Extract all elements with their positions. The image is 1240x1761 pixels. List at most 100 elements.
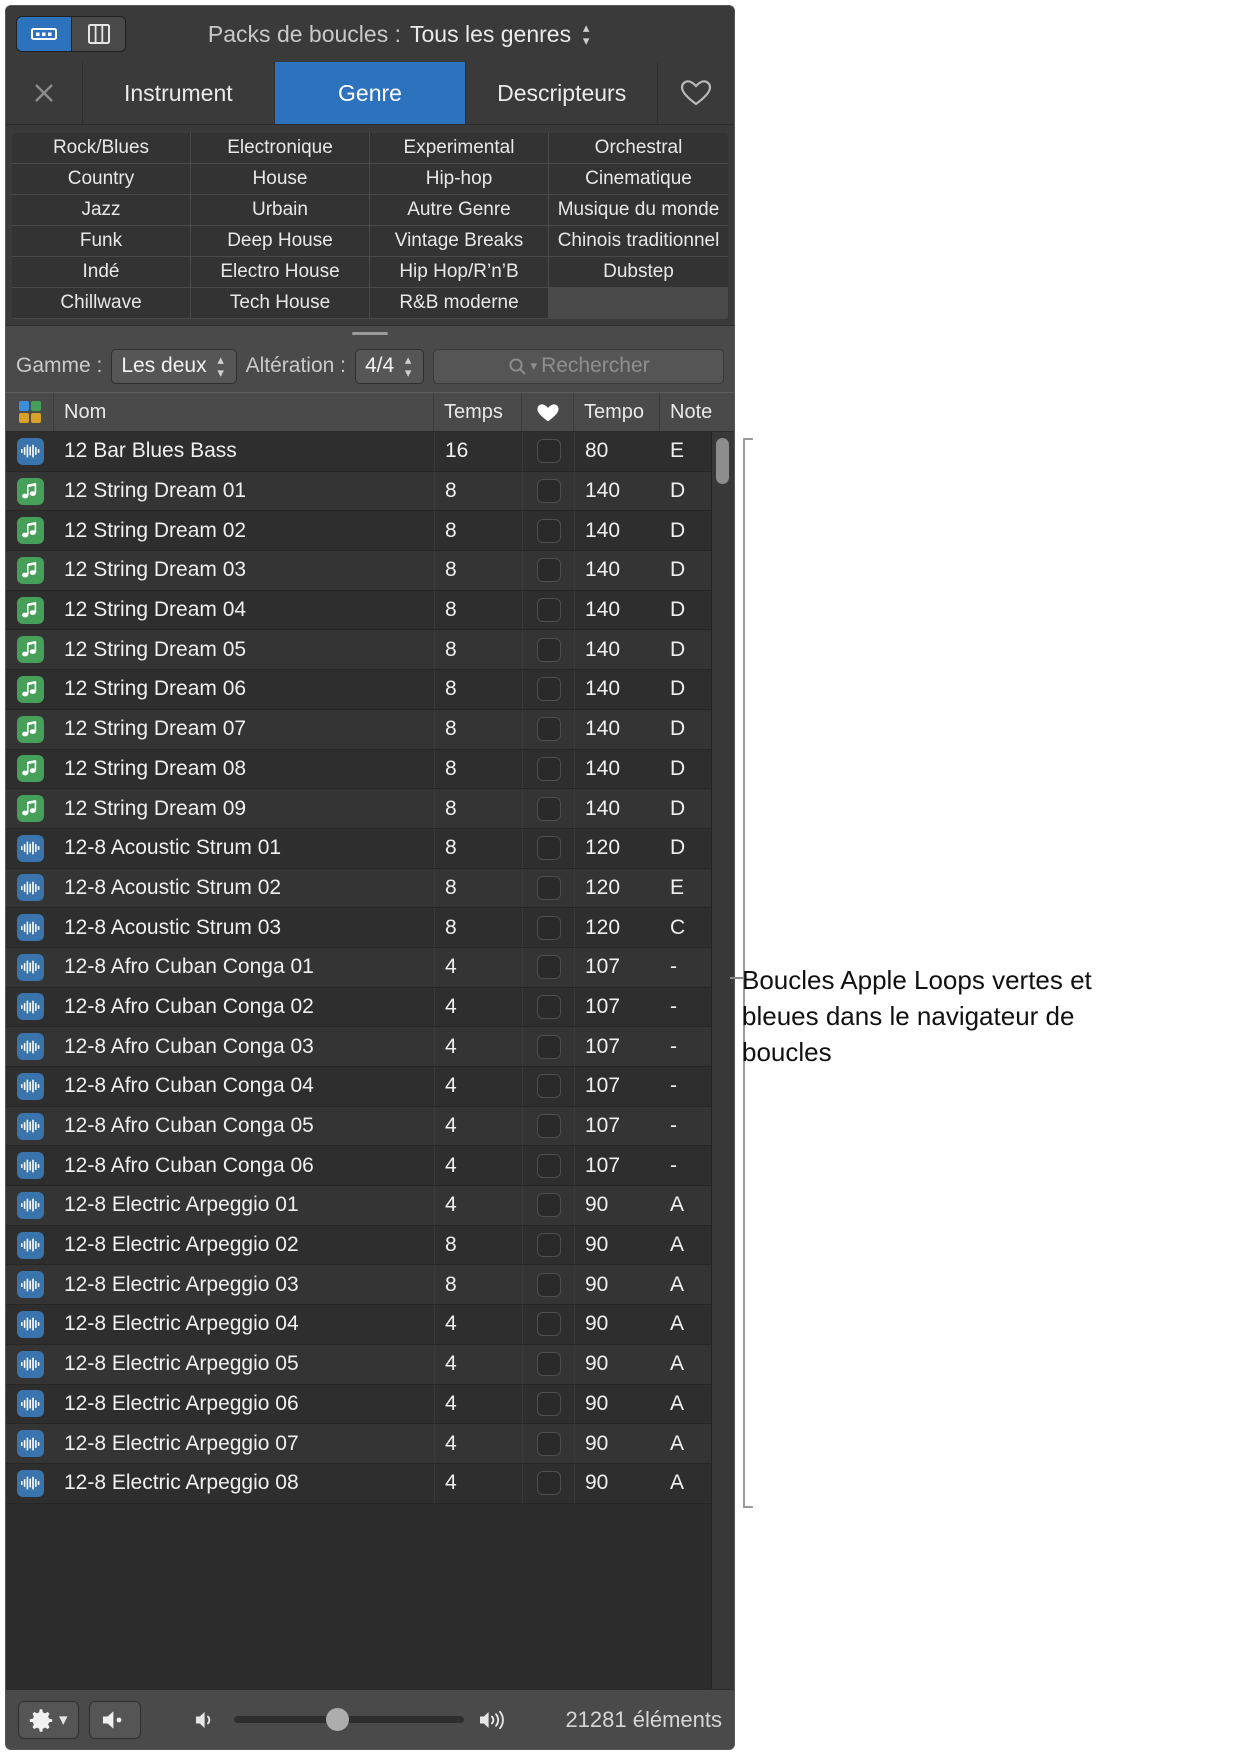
loop-favorite-cell[interactable] [522,551,574,590]
scrollbar-thumb[interactable] [716,438,729,484]
gamme-select[interactable]: Les deux ▴ ▾ [111,348,237,384]
loop-favorite-cell[interactable] [522,1265,574,1305]
favorite-checkbox[interactable] [536,479,561,504]
loop-favorite-cell[interactable] [522,1146,574,1186]
loop-favorite-cell[interactable] [522,432,574,471]
loop-favorite-cell[interactable] [522,947,574,987]
table-row[interactable]: 12-8 Acoustic Strum 02 8 120 E [6,868,712,909]
favorite-checkbox[interactable] [536,1153,561,1178]
loop-favorite-cell[interactable] [522,590,574,630]
favorite-checkbox[interactable] [536,1431,561,1456]
loop-favorite-cell[interactable] [522,511,574,551]
genre-cell[interactable]: Funk [12,226,191,257]
genre-cell[interactable]: Electronique [191,133,370,164]
table-row[interactable]: 12-8 Electric Arpeggio 03 8 90 A [6,1265,712,1306]
genre-cell[interactable]: House [191,164,370,195]
favorite-checkbox[interactable] [536,955,561,980]
column-header-name[interactable]: Nom [54,393,434,431]
loop-favorite-cell[interactable] [522,1305,574,1344]
favorite-checkbox[interactable] [536,717,561,742]
favorite-checkbox[interactable] [536,558,561,583]
favorites-filter-button[interactable] [658,62,734,124]
loop-favorite-cell[interactable] [522,1067,574,1106]
favorite-checkbox[interactable] [536,598,561,623]
favorite-checkbox[interactable] [536,637,561,662]
loop-favorite-cell[interactable] [522,1186,574,1225]
genre-cell[interactable]: Experimental [370,133,549,164]
loop-favorite-cell[interactable] [522,471,574,511]
genre-cell[interactable]: Musique du monde [549,195,728,226]
favorite-checkbox[interactable] [536,756,561,781]
clear-filters-button[interactable] [6,62,83,124]
loop-list-scrollbar[interactable] [711,432,734,1689]
table-row[interactable]: 12-8 Acoustic Strum 01 8 120 D [6,828,712,869]
genre-cell[interactable]: Country [12,164,191,195]
loop-favorite-cell[interactable] [522,828,574,868]
genre-cell[interactable]: Autre Genre [370,195,549,226]
genre-cell[interactable]: Electro House [191,257,370,288]
genre-cell[interactable]: Urbain [191,195,370,226]
loop-favorite-cell[interactable] [522,709,574,749]
table-row[interactable]: 12 String Dream 09 8 140 D [6,789,712,829]
loop-favorite-cell[interactable] [522,1424,574,1463]
table-row[interactable]: 12-8 Electric Arpeggio 04 4 90 A [6,1305,712,1345]
loop-favorite-cell[interactable] [522,1106,574,1146]
column-header-key[interactable]: Note [660,393,712,431]
tab-descripteurs[interactable]: Descripteurs [466,62,659,124]
table-row[interactable]: 12-8 Electric Arpeggio 07 4 90 A [6,1424,712,1464]
loop-row-list[interactable]: 12 Bar Blues Bass 16 80 E 12 String Dream 01… [6,432,712,1689]
genre-cell[interactable]: Vintage Breaks [370,226,549,257]
column-header-favorite[interactable] [522,393,574,431]
table-row[interactable]: 12 String Dream 08 8 140 D [6,749,712,790]
table-row[interactable]: 12-8 Afro Cuban Conga 04 4 107- [6,1067,712,1107]
table-row[interactable]: 12-8 Electric Arpeggio 02 8 90 A [6,1225,712,1266]
favorite-checkbox[interactable] [536,1312,561,1337]
table-row[interactable]: 12 String Dream 01 8 140 D [6,471,712,512]
favorite-checkbox[interactable] [536,1352,561,1377]
table-row[interactable]: 12 String Dream 07 8 140 D [6,709,712,750]
loop-favorite-cell[interactable] [522,1225,574,1265]
table-row[interactable]: 12 String Dream 06 8 140 D [6,670,712,710]
favorite-checkbox[interactable] [536,677,561,702]
table-row[interactable]: 12 String Dream 04 8 140 D [6,590,712,631]
column-header-tempo[interactable]: Tempo [574,393,660,431]
panel-resize-handle[interactable] [6,325,734,340]
loop-favorite-cell[interactable] [522,908,574,947]
volume-knob[interactable] [325,1708,349,1731]
loop-favorite-cell[interactable] [522,749,574,789]
favorite-checkbox[interactable] [536,1272,561,1297]
table-row[interactable]: 12-8 Afro Cuban Conga 05 4 107- [6,1106,712,1147]
favorite-checkbox[interactable] [536,518,561,543]
favorite-checkbox[interactable] [536,875,561,900]
favorite-checkbox[interactable] [536,1471,561,1496]
list-view-button[interactable] [17,17,71,51]
loop-favorite-cell[interactable] [522,1027,574,1066]
loop-favorite-cell[interactable] [522,1344,574,1384]
favorite-checkbox[interactable] [536,994,561,1019]
search-input[interactable]: ▾ Rechercher [433,348,724,384]
table-row[interactable]: 12-8 Electric Arpeggio 01 4 90 A [6,1186,712,1226]
column-view-button[interactable] [71,17,125,51]
table-row[interactable]: 12 String Dream 03 8 140 D [6,551,712,591]
genre-cell[interactable]: Jazz [12,195,191,226]
tab-genre[interactable]: Genre [274,62,467,124]
genre-cell[interactable]: Chillwave [12,288,191,319]
loop-favorite-cell[interactable] [522,868,574,908]
table-row[interactable]: 12-8 Afro Cuban Conga 06 4 107- [6,1146,712,1187]
genre-cell[interactable]: Indé [12,257,191,288]
favorite-checkbox[interactable] [536,1114,561,1139]
volume-track[interactable] [233,1708,464,1731]
favorite-checkbox[interactable] [536,915,561,940]
loop-favorite-cell[interactable] [522,789,574,828]
table-row[interactable]: 12-8 Afro Cuban Conga 03 4 107- [6,1027,712,1067]
favorite-checkbox[interactable] [536,1391,561,1416]
favorite-checkbox[interactable] [536,836,561,861]
view-mode-segmented-control[interactable] [16,16,126,52]
table-row[interactable]: 12-8 Electric Arpeggio 05 4 90 A [6,1344,712,1385]
loop-favorite-cell[interactable] [522,1463,574,1503]
favorite-checkbox[interactable] [536,439,561,464]
table-row[interactable]: 12-8 Afro Cuban Conga 01 4 107- [6,947,712,988]
loop-favorite-cell[interactable] [522,1384,574,1424]
favorite-checkbox[interactable] [536,1074,561,1099]
preview-volume-slider[interactable] [151,1708,556,1731]
